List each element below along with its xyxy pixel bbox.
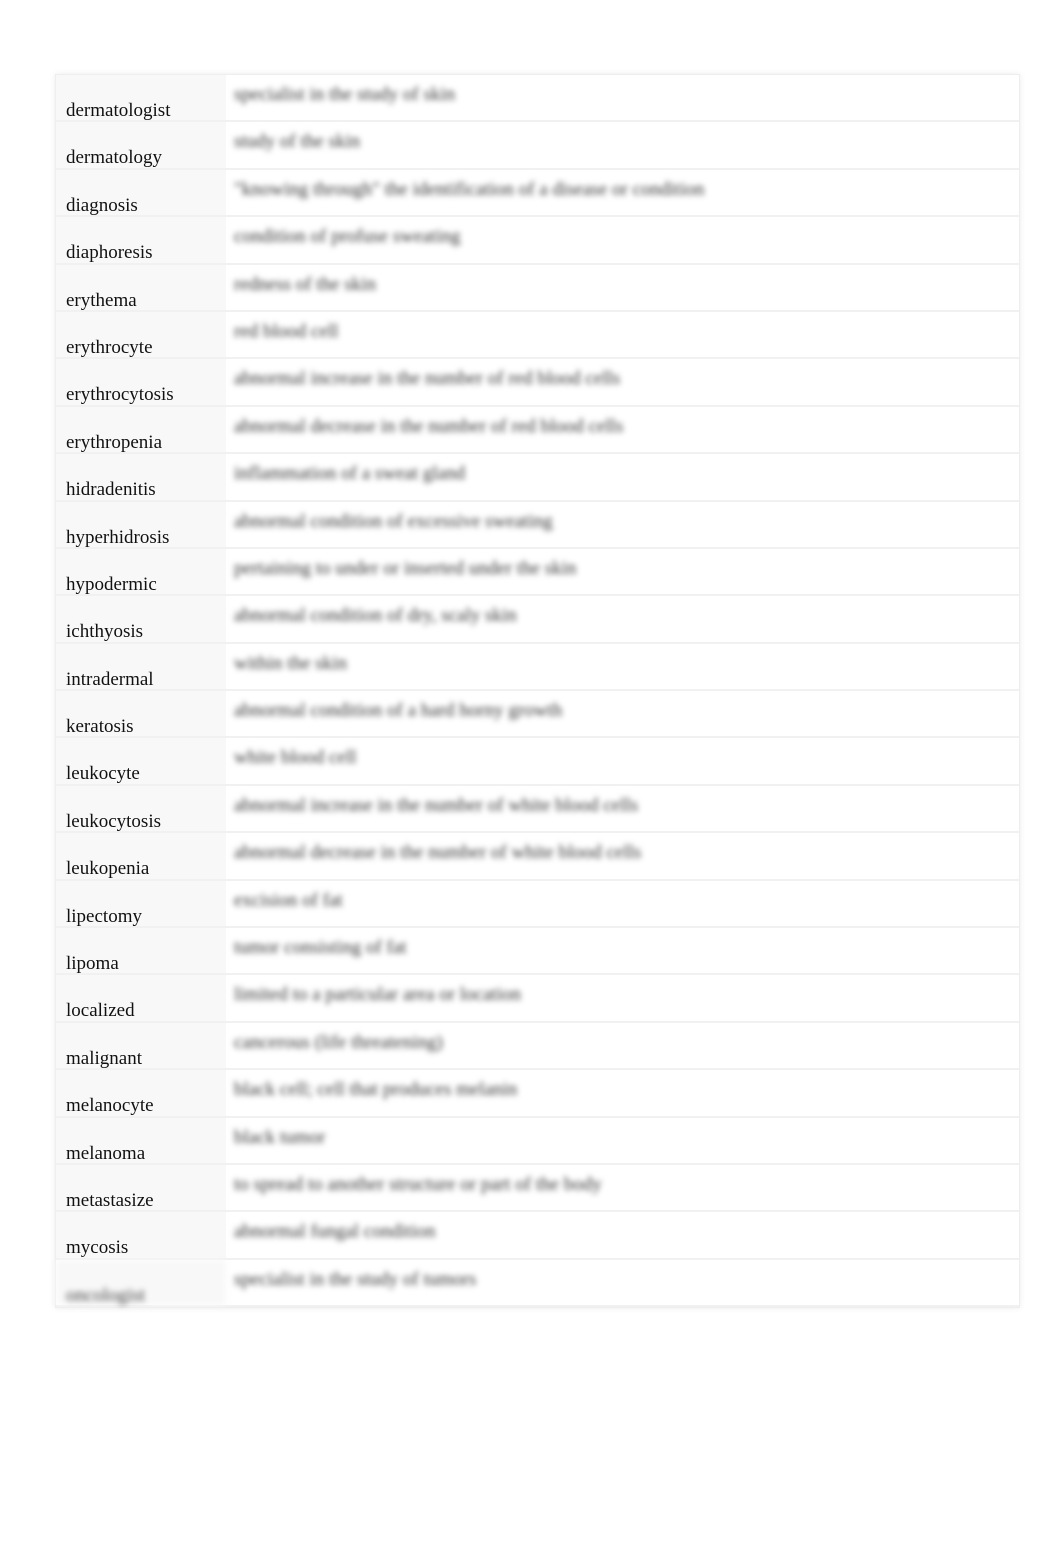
table-row: oncologist specialist in the study of tum… [56, 1259, 1019, 1308]
table-row: hypodermic pertaining to under or inserte… [56, 548, 1019, 597]
table-row: hyperhidrosis abnormal condition of exces… [56, 501, 1019, 549]
definition-cell: inflammation of a sweat gland [234, 463, 466, 485]
table-row: hidradenitis inflammation of a sweat glan… [56, 454, 1019, 502]
definition-cell: within the skin [234, 652, 347, 674]
definition-cell: condition of profuse sweating [234, 226, 461, 248]
term-cell: dermatology [56, 122, 226, 168]
glossary-table: dermatologist specialist in the study of … [55, 74, 1020, 1309]
term-cell: metastasize [56, 1164, 226, 1211]
definition-cell: white blood cell [234, 747, 357, 769]
definition-cell: red blood cell [234, 320, 339, 342]
term-cell: malignant [56, 1022, 226, 1068]
table-row: erythrocyte red blood cell [56, 311, 1019, 360]
table-row: metastasize to spread to another structur… [56, 1164, 1019, 1213]
definition-cell: excision of fat [234, 889, 343, 911]
table-row: dermatology study of the skin [56, 122, 1019, 170]
term-cell: mycosis [56, 1212, 226, 1258]
table-row: keratosis abnormal condition of a hard ho… [56, 691, 1019, 739]
definition-cell: abnormal increase in the number of red b… [234, 368, 621, 390]
definition-cell: abnormal increase in the number of white… [234, 794, 639, 816]
definition-cell: abnormal condition of dry, scaly skin [234, 605, 517, 627]
table-row: diagnosis "knowing through" the identific… [56, 169, 1019, 218]
table-row: erythropenia abnormal decrease in the num… [56, 406, 1019, 455]
definition-cell: pertaining to under or inserted under th… [234, 557, 577, 579]
definition-cell: black cell; cell that produces melanin [234, 1079, 518, 1101]
term-cell: keratosis [56, 691, 226, 737]
term-cell: leukopenia [56, 833, 226, 879]
term-cell: erythropenia [56, 406, 226, 452]
term-cell: diagnosis [56, 169, 226, 215]
definition-cell: limited to a particular area or location [234, 984, 521, 1006]
definition-cell: study of the skin [234, 131, 361, 153]
table-row: melanocyte black cell; cell that produces… [56, 1070, 1019, 1118]
term-cell: erythrocytosis [56, 359, 226, 405]
table-row: dermatologist specialist in the study of … [56, 75, 1019, 123]
term-cell: localized [56, 975, 226, 1021]
definition-cell: abnormal condition of excessive sweating [234, 510, 553, 532]
table-row: localized limited to a particular area or… [56, 975, 1019, 1023]
table-row: leukopenia abnormal decrease in the numbe… [56, 833, 1019, 881]
table-row: diaphoresis condition of profuse sweating [56, 217, 1019, 265]
term-cell: leukocytosis [56, 785, 226, 831]
term-cell: oncologist [56, 1259, 226, 1305]
term-cell: intradermal [56, 643, 226, 689]
table-row: malignant cancerous (life threatening) [56, 1022, 1019, 1071]
term-cell: ichthyosis [56, 596, 226, 642]
definition-cell: tumor consisting of fat [234, 937, 407, 959]
definition-cell: redness of the skin [234, 273, 376, 295]
table-row: lipectomy excision of fat [56, 880, 1019, 929]
term-cell: leukocyte [56, 738, 226, 784]
table-row: intradermal within the skin [56, 643, 1019, 692]
table-row: erythema redness of the skin [56, 264, 1019, 312]
table-row: erythrocytosis abnormal increase in the n… [56, 359, 1019, 407]
table-row: leukocyte white blood cell [56, 738, 1019, 786]
table-row: lipoma tumor consisting of fat [56, 928, 1019, 976]
term-cell: dermatologist [56, 75, 226, 121]
table-row: melanoma black tumor [56, 1117, 1019, 1165]
definition-cell: abnormal decrease in the number of white… [234, 842, 642, 864]
term-cell: lipoma [56, 928, 226, 974]
term-cell: lipectomy [56, 880, 226, 926]
term-cell: melanoma [56, 1117, 226, 1163]
definition-cell: abnormal decrease in the number of red b… [234, 415, 624, 437]
definition-cell: specialist in the study of skin [234, 84, 456, 105]
definition-cell: abnormal condition of a hard horny growt… [234, 700, 563, 722]
term-cell: hidradenitis [56, 454, 226, 500]
definition-cell: to spread to another structure or part o… [234, 1173, 602, 1195]
term-cell: hypodermic [56, 548, 226, 594]
table-row: ichthyosis abnormal condition of dry, sca… [56, 596, 1019, 644]
term-cell: erythrocyte [56, 311, 226, 358]
definition-cell: specialist in the study of tumors [234, 1268, 477, 1290]
definition-cell: black tumor [234, 1126, 326, 1148]
term-cell: hyperhidrosis [56, 501, 226, 547]
definition-cell: abnormal fungal condition [234, 1221, 436, 1243]
definition-cell: cancerous (life threatening) [234, 1031, 443, 1053]
definition-cell: "knowing through" the identification of … [234, 178, 705, 200]
table-row: mycosis abnormal fungal condition [56, 1212, 1019, 1260]
table-row: leukocytosis abnormal increase in the num… [56, 785, 1019, 834]
term-cell: melanocyte [56, 1070, 226, 1116]
term-cell: diaphoresis [56, 217, 226, 263]
term-cell: erythema [56, 264, 226, 310]
